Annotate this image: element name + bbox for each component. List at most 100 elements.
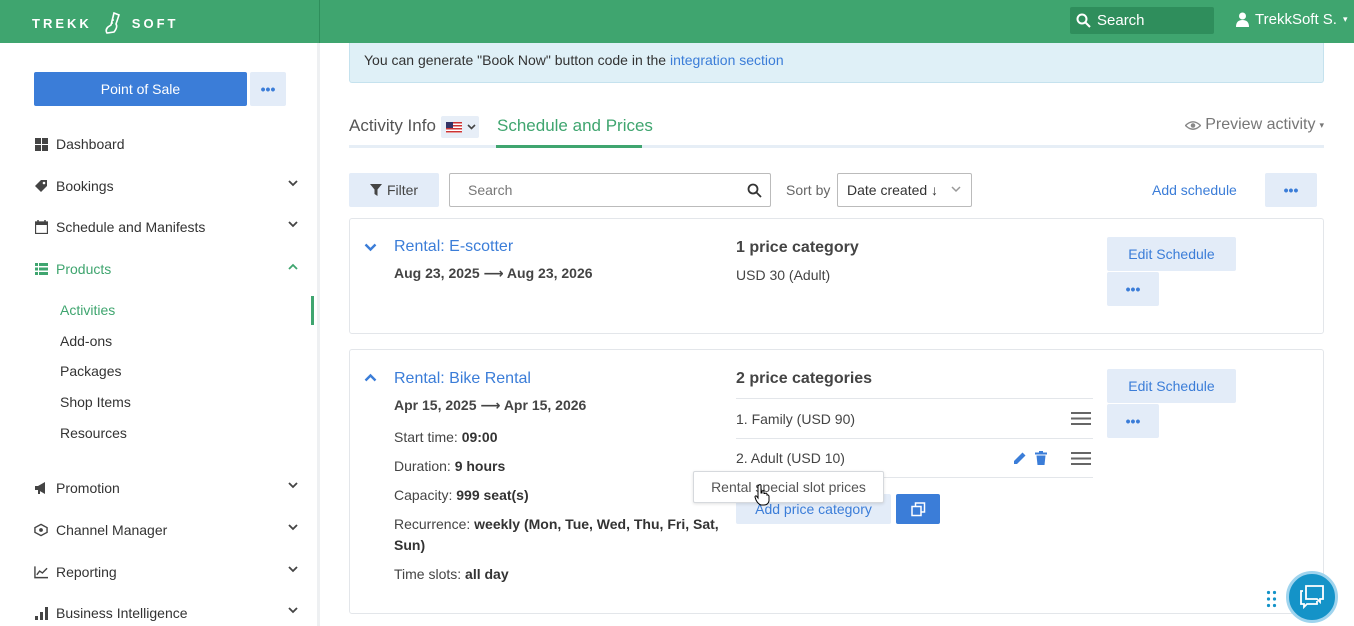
preview-activity-button[interactable]: Preview activity ▾ — [1185, 116, 1324, 134]
brand-zone: TREKK SOFT — [0, 0, 320, 43]
line-chart-icon — [34, 565, 48, 579]
caret-down-icon: ▾ — [1342, 14, 1348, 24]
schedule-search-input[interactable]: Search — [449, 173, 771, 207]
sidebar-subitem-resources[interactable]: Resources — [60, 425, 127, 441]
sidebar-subitem-shop-items[interactable]: Shop Items — [60, 394, 131, 410]
eye-icon — [1185, 120, 1202, 130]
filter-label: Filter — [386, 182, 419, 198]
top-search-button[interactable]: Search — [1070, 7, 1214, 34]
price-summary: USD 30 (Adult) — [736, 267, 831, 283]
sidebar-subitem-addons[interactable]: Add-ons — [60, 333, 112, 349]
pencil-icon[interactable] — [1013, 451, 1027, 465]
price-category-count: 2 price categories — [736, 370, 873, 387]
sort-value: Date created ↓ — [847, 182, 939, 198]
sidebar-subitem-packages[interactable]: Packages — [60, 363, 121, 379]
sort-by-label: Sort by — [786, 182, 831, 198]
add-schedule-link[interactable]: Add schedule — [1152, 182, 1237, 198]
top-search-label: Search — [1097, 12, 1145, 29]
logo[interactable]: TREKK SOFT — [32, 12, 178, 34]
search-icon — [747, 183, 762, 198]
user-name: TrekkSoft S. — [1255, 11, 1337, 28]
language-selector[interactable] — [441, 116, 479, 138]
sidebar-item-label: Business Intelligence — [56, 605, 188, 621]
schedule-title[interactable]: Rental: Bike Rental — [394, 370, 531, 388]
trash-icon[interactable] — [1035, 451, 1047, 465]
list-icon — [34, 262, 48, 276]
price-label: 2. Adult (USD 10) — [736, 450, 845, 466]
capacity: Capacity: 999 seat(s) — [394, 487, 529, 503]
activity-tabs: Activity Info Schedule and Prices Previe… — [349, 110, 1324, 148]
filter-icon — [369, 184, 382, 196]
chevron-up-icon[interactable] — [364, 373, 377, 382]
chevron-up-icon — [288, 263, 298, 270]
tab-activity-info[interactable]: Activity Info — [349, 116, 436, 136]
chat-icon — [1300, 585, 1324, 609]
sidebar-item-label: Products — [56, 261, 112, 277]
schedule-card: Rental: E-scotter Aug 23, 2025 ⟶ Aug 23,… — [349, 218, 1324, 334]
sidebar-item-products[interactable]: Products — [34, 257, 298, 281]
edit-schedule-button[interactable]: Edit Schedule — [1107, 369, 1236, 403]
tooltip: Rental special slot prices — [693, 471, 884, 503]
pos-more-button[interactable]: ••• — [250, 72, 286, 106]
time-slots-value: all day — [465, 566, 509, 582]
sidebar-item-label: Dashboard — [56, 136, 125, 152]
tab-schedule-and-prices[interactable]: Schedule and Prices — [497, 116, 653, 136]
chat-button[interactable] — [1286, 571, 1338, 623]
price-row: 1. Family (USD 90) — [736, 398, 1093, 438]
schedule-card: Rental: Bike Rental Apr 15, 2025 ⟶ Apr 1… — [349, 349, 1324, 614]
sidebar-subitem-activities[interactable]: Activities — [60, 302, 115, 318]
calendar-icon — [34, 220, 48, 234]
start-time: Start time: 09:00 — [394, 429, 498, 445]
integration-section-link[interactable]: integration section — [670, 52, 784, 68]
chevron-down-icon[interactable] — [364, 243, 377, 252]
sidebar-item-channel-manager[interactable]: Channel Manager — [34, 518, 298, 542]
recurrence: Recurrence: weekly (Mon, Tue, Wed, Thu, … — [394, 516, 719, 532]
search-placeholder: Search — [468, 182, 513, 198]
drag-handle-icon[interactable] — [1071, 412, 1091, 425]
caret-down-icon: ▾ — [1319, 119, 1324, 130]
schedule-dates: Aug 23, 2025 ⟶ Aug 23, 2026 — [394, 265, 593, 281]
duration-label: Duration: — [394, 458, 455, 474]
toolbar-more-button[interactable]: ••• — [1265, 173, 1317, 207]
drag-dots-icon[interactable] — [1266, 590, 1278, 608]
user-menu[interactable]: TrekkSoft S. ▾ — [1236, 11, 1348, 28]
schedule-dates: Apr 15, 2025 ⟶ Apr 15, 2026 — [394, 397, 587, 413]
capacity-value: 999 seat(s) — [456, 487, 529, 503]
schedule-more-button[interactable]: ••• — [1107, 272, 1159, 306]
tag-icon — [34, 179, 48, 193]
price-label: 1. Family (USD 90) — [736, 410, 856, 427]
edit-schedule-button[interactable]: Edit Schedule — [1107, 237, 1236, 271]
network-icon — [34, 523, 48, 537]
active-tab-underline — [496, 145, 642, 148]
top-bar: TREKK SOFT Search TrekkSoft S. ▾ — [0, 0, 1354, 43]
active-indicator — [311, 296, 314, 325]
time-slots: Time slots: all day — [394, 566, 509, 582]
sidebar-item-bookings[interactable]: Bookings — [34, 174, 298, 198]
recurrence-continued: Sun) — [394, 537, 425, 553]
duration-value: 9 hours — [454, 458, 506, 474]
chevron-down-icon — [288, 221, 298, 228]
chevron-down-icon — [288, 180, 298, 187]
drag-handle-icon[interactable] — [1071, 452, 1091, 465]
banner-text: You can generate "Book Now" button code … — [364, 52, 670, 68]
filter-button[interactable]: Filter — [349, 173, 439, 207]
logo-left-text: TREKK — [32, 15, 92, 31]
dashboard-icon — [34, 137, 48, 151]
sidebar-item-business-intelligence[interactable]: Business Intelligence — [34, 601, 298, 625]
sidebar-item-reporting[interactable]: Reporting — [34, 560, 298, 584]
capacity-label: Capacity: — [394, 487, 457, 503]
search-icon — [1076, 13, 1091, 28]
sidebar-item-promotion[interactable]: Promotion — [34, 476, 298, 500]
logo-right-text: SOFT — [131, 15, 179, 31]
sidebar-item-dashboard[interactable]: Dashboard — [34, 132, 298, 156]
megaphone-icon — [34, 481, 48, 495]
schedule-title[interactable]: Rental: E-scotter — [394, 238, 513, 256]
us-flag-icon — [446, 121, 462, 133]
sidebar-item-label: Reporting — [56, 564, 117, 580]
special-slot-prices-button[interactable] — [896, 494, 940, 524]
sort-select[interactable]: Date created ↓ — [837, 173, 972, 207]
sidebar-item-schedule[interactable]: Schedule and Manifests — [34, 215, 298, 239]
point-of-sale-button[interactable]: Point of Sale — [34, 72, 247, 106]
sidebar-item-label: Schedule and Manifests — [56, 219, 206, 235]
schedule-more-button[interactable]: ••• — [1107, 404, 1159, 438]
